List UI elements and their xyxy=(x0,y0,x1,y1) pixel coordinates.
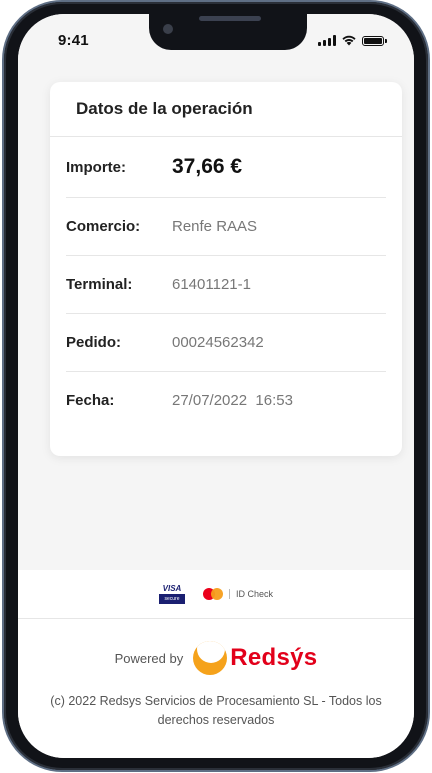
powered-by: Powered by Redsýs xyxy=(18,641,414,675)
order-value: 00024562342 xyxy=(172,334,264,351)
mastercard-icon xyxy=(202,588,223,600)
date-value: 27/07/2022 16:53 xyxy=(172,392,293,409)
status-time: 9:41 xyxy=(58,32,89,49)
visa-secure-logo: VISA secure xyxy=(158,584,185,604)
notch xyxy=(149,14,307,50)
camera-icon xyxy=(163,24,173,34)
row-order: Pedido: 00024562342 xyxy=(66,314,386,372)
visa-secure-label: secure xyxy=(158,594,185,604)
signal-icon xyxy=(318,35,336,46)
mastercard-id-check-logo: ID Check xyxy=(202,588,273,600)
redsys-logo-icon xyxy=(193,641,228,675)
divider xyxy=(228,589,230,599)
operation-details-card: Datos de la operación Importe: 37,66 € C… xyxy=(50,82,402,456)
visa-label: VISA xyxy=(162,584,182,593)
date-label: Fecha: xyxy=(66,392,115,409)
row-date: Fecha: 27/07/2022 16:53 xyxy=(66,372,386,429)
row-amount: Importe: 37,66 € xyxy=(66,137,386,198)
copyright-text: (c) 2022 Redsys Servicios de Procesamien… xyxy=(50,694,382,727)
terminal-label: Terminal: xyxy=(66,276,133,293)
card-brands: VISA secure ID Check xyxy=(18,570,414,619)
card-title: Datos de la operación xyxy=(50,82,402,137)
details-list: Importe: 37,66 € Comercio: Renfe RAAS Te… xyxy=(50,137,402,429)
phone-frame: 9:41 Datos de la operación Importe: 37,6… xyxy=(4,2,428,770)
merchant-value: Renfe RAAS xyxy=(172,218,258,235)
battery-icon xyxy=(362,36,387,46)
row-terminal: Terminal: 61401121-1 xyxy=(66,256,386,314)
terminal-value: 61401121-1 xyxy=(172,276,251,293)
wifi-icon xyxy=(342,35,356,46)
screen: 9:41 Datos de la operación Importe: 37,6… xyxy=(18,14,414,758)
powered-by-label: Powered by xyxy=(114,650,184,666)
redsys-logo-text: Redsýs xyxy=(230,644,318,671)
speaker-grille xyxy=(199,16,261,21)
system-icons xyxy=(318,34,387,46)
row-merchant: Comercio: Renfe RAAS xyxy=(66,198,386,256)
redsys-logo: Redsýs xyxy=(193,641,317,675)
order-label: Pedido: xyxy=(66,334,121,351)
merchant-label: Comercio: xyxy=(66,218,141,235)
footer: Powered by Redsýs (c) 2022 Redsys Servic… xyxy=(18,619,414,758)
id-check-label: ID Check xyxy=(235,589,273,599)
amount-value: 37,66 € xyxy=(172,155,243,178)
amount-label: Importe: xyxy=(66,158,126,176)
